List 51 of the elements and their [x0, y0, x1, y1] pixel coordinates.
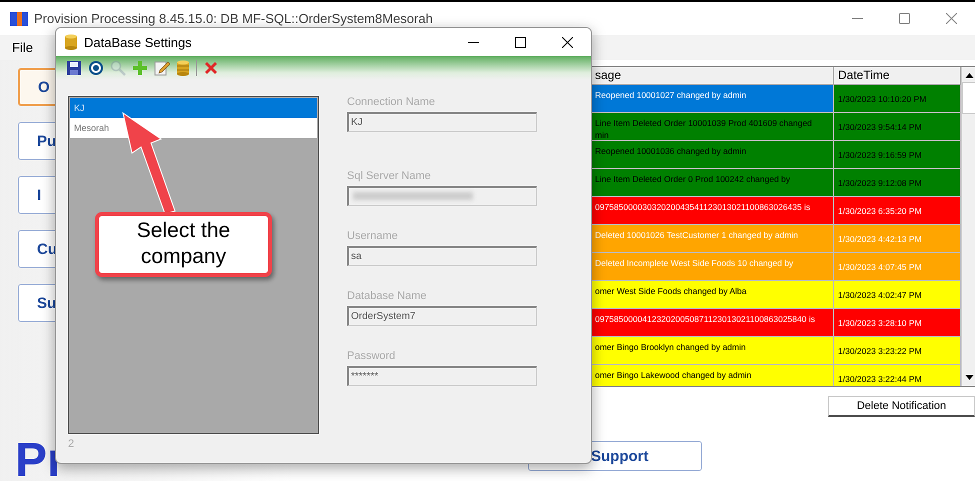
message-cell[interactable]: Reopened 10001027 changed by admin	[591, 85, 834, 113]
field-label: Password	[347, 350, 396, 362]
input-field[interactable]: KJ	[347, 112, 537, 132]
window-title: Provision Processing 8.45.15.0: DB MF-SQL::OrderSystem8Mesorah	[34, 11, 434, 26]
delete-icon[interactable]	[203, 60, 219, 76]
message-cell[interactable]: Line Item Deleted Order 10001039 Prod 401609 changed min	[591, 113, 834, 141]
datetime-cell[interactable]: 1/30/2023 9:16:59 PM	[834, 141, 961, 169]
datetime-cell[interactable]: 1/30/2023 9:12:08 PM	[834, 169, 961, 197]
target-icon[interactable]	[88, 60, 104, 76]
datetime-cell[interactable]: 1/30/2023 9:54:14 PM	[834, 113, 961, 141]
datetime-cell[interactable]: 1/30/2023 3:28:10 PM	[834, 309, 961, 337]
callout-text: Select the company	[95, 212, 272, 277]
field-label: Database Name	[347, 290, 428, 302]
input-field[interactable]: *******	[347, 366, 537, 386]
record-count: 2	[68, 438, 76, 450]
field-label: Connection Name	[347, 96, 436, 108]
app-logo-icon	[10, 10, 28, 26]
datetime-cell[interactable]: 1/30/2023 3:23:22 PM	[834, 337, 961, 365]
menu-item[interactable]: File	[12, 40, 33, 55]
datetime-cell[interactable]: 1/30/2023 4:02:47 PM	[834, 281, 961, 309]
message-cell[interactable]: Reopened 10001036 changed by admin	[591, 141, 834, 169]
field-label: Username	[347, 230, 399, 242]
company-item[interactable]: KJ	[70, 98, 317, 118]
message-cell[interactable]: omer Bingo Lakewood changed by admin	[591, 365, 834, 386]
delete-notification-button[interactable]: Delete Notification	[828, 396, 975, 417]
datetime-cell[interactable]: 1/30/2023 10:10:20 PM	[834, 85, 961, 113]
save-icon[interactable]	[66, 60, 82, 76]
column-header[interactable]: sage	[591, 67, 834, 85]
scroll-thumb[interactable]	[962, 82, 975, 114]
input-field[interactable]	[347, 186, 537, 206]
datetime-cell[interactable]: 1/30/2023 6:35:20 PM	[834, 197, 961, 225]
input-field[interactable]: sa	[347, 246, 537, 266]
database-icon[interactable]	[176, 60, 190, 76]
message-cell[interactable]: Line Item Deleted Order 0 Prod 100242 changed by	[591, 169, 834, 197]
database-icon	[64, 34, 78, 50]
scroll-up-icon[interactable]	[965, 71, 974, 80]
scrollbar[interactable]	[961, 67, 975, 386]
maximize-icon[interactable]	[515, 36, 526, 48]
message-cell[interactable]: omer Bingo Brooklyn changed by admin	[591, 337, 834, 365]
close-icon[interactable]	[562, 36, 573, 48]
message-cell[interactable]: 09758500003032020043541123013021100863026435 is	[591, 197, 834, 225]
message-cell[interactable]: 097585000041232020050871123013021100863025840 is	[591, 309, 834, 337]
dialog-title: DataBase Settings	[84, 34, 193, 50]
field-label: Sql Server Name	[347, 170, 432, 182]
pencil-icon[interactable]	[154, 60, 170, 76]
company-item[interactable]: Mesorah	[70, 118, 317, 138]
column-header[interactable]: DateTime	[834, 67, 961, 85]
input-field[interactable]: OrderSystem7	[347, 306, 537, 326]
message-cell[interactable]: omer West Side Foods changed by Alba	[591, 281, 834, 309]
datetime-cell[interactable]: 1/30/2023 3:22:44 PM	[834, 365, 961, 386]
scroll-down-icon[interactable]	[965, 373, 974, 382]
